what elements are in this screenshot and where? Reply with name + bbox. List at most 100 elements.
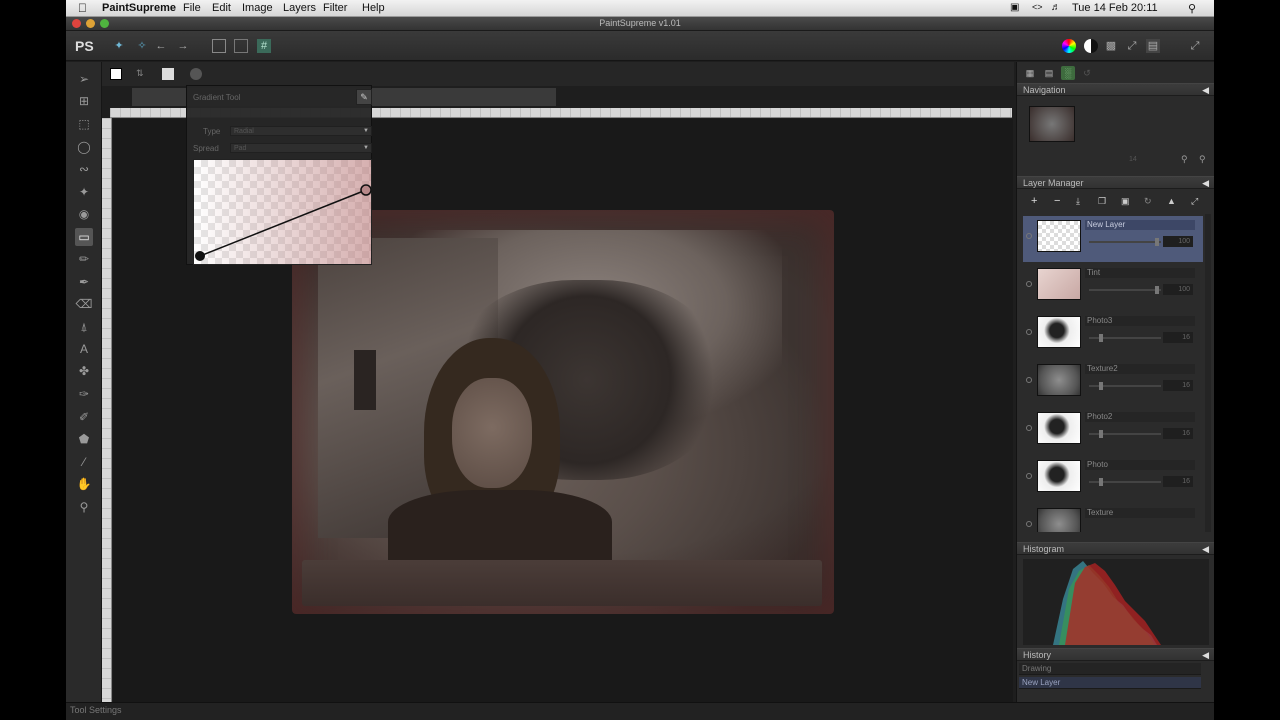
panel-tab-layers-icon[interactable]: ▤ <box>1042 66 1056 80</box>
rotate-layer-icon[interactable]: ↻ <box>1144 196 1152 207</box>
redo-icon[interactable]: → <box>176 39 190 53</box>
eye-icon[interactable] <box>1026 377 1032 383</box>
brush-tool-icon[interactable]: ✒ <box>75 273 93 291</box>
zoom-out-icon[interactable]: ⚲ <box>1199 154 1206 165</box>
layer-row[interactable]: Texture2 16 <box>1023 360 1203 406</box>
layer-opacity-value[interactable]: 16 <box>1163 476 1193 487</box>
panel-tab-histogram-icon[interactable]: ░ <box>1061 66 1075 80</box>
layer-opacity-value[interactable]: 16 <box>1163 332 1193 343</box>
layer-opacity-value[interactable]: 100 <box>1163 284 1193 295</box>
layer-opacity-value[interactable]: 100 <box>1163 236 1193 247</box>
menu-file[interactable]: File <box>183 2 201 14</box>
layer-name[interactable]: Photo3 <box>1085 316 1195 326</box>
app-menu-name[interactable]: PaintSupreme <box>102 2 176 14</box>
pencil-tool-icon[interactable]: ✏ <box>75 250 93 268</box>
layer-row[interactable]: Photo2 16 <box>1023 408 1203 454</box>
slider-knob[interactable] <box>1155 286 1159 294</box>
layer-opacity-value[interactable]: 16 <box>1163 380 1193 391</box>
move-tool-icon[interactable]: ➢ <box>75 70 93 88</box>
duplicate-layer-icon[interactable]: ❐ <box>1098 196 1106 207</box>
tool-settings-label[interactable]: Tool Settings <box>70 705 122 715</box>
spotlight-search-icon[interactable]: ⚲ <box>1188 2 1196 15</box>
layer-opacity-slider[interactable] <box>1089 286 1161 294</box>
ruler-icon[interactable] <box>234 39 248 53</box>
merge-down-icon[interactable]: ⤓ <box>1076 196 1080 207</box>
slider-knob[interactable] <box>1099 334 1103 342</box>
shape-pen-tool-icon[interactable]: ✐ <box>75 408 93 426</box>
eye-icon[interactable] <box>1026 281 1032 287</box>
layer-name[interactable]: Tint <box>1085 268 1195 278</box>
display-icon[interactable]: ▣ <box>1010 2 1019 13</box>
layer-name[interactable]: New Layer <box>1085 220 1195 230</box>
fit-screen-icon[interactable] <box>212 39 226 53</box>
text-tool-icon[interactable]: A <box>75 340 93 358</box>
eyedropper-tool-icon[interactable]: ⁄ <box>75 453 93 471</box>
menu-help[interactable]: Help <box>362 2 385 14</box>
layer-row[interactable]: Texture <box>1023 504 1203 532</box>
zoom-in-icon[interactable]: ⚲ <box>1181 154 1188 165</box>
collapse-navigation-icon[interactable]: ◀ <box>1202 84 1209 96</box>
color-wheel-icon[interactable] <box>1062 39 1076 53</box>
menu-edit[interactable]: Edit <box>212 2 231 14</box>
navigation-thumbnail[interactable] <box>1029 106 1075 142</box>
new-document-icon[interactable]: ✦ <box>112 39 126 53</box>
lock-layer-icon[interactable]: ▣ <box>1121 196 1130 207</box>
gradient-preview[interactable] <box>193 159 372 265</box>
eye-icon[interactable] <box>1026 329 1032 335</box>
panel-tab-navigator-icon[interactable]: ▦ <box>1023 66 1037 80</box>
fill-tool-icon[interactable]: ◉ <box>75 205 93 223</box>
open-document-icon[interactable]: ✧ <box>135 39 149 53</box>
gradient-tool-icon[interactable]: ▭ <box>75 228 93 246</box>
eye-icon[interactable] <box>1026 425 1032 431</box>
collapse-history-icon[interactable]: ◀ <box>1202 649 1209 661</box>
gradient-start-handle[interactable] <box>195 251 205 261</box>
slider-knob[interactable] <box>1099 478 1103 486</box>
layer-name[interactable]: Photo <box>1085 460 1195 470</box>
gradient-end-handle[interactable] <box>360 184 372 196</box>
slider-knob[interactable] <box>1099 382 1103 390</box>
lasso-tool-icon[interactable]: ∾ <box>75 160 93 178</box>
layer-opacity-slider[interactable] <box>1089 382 1161 390</box>
type-select[interactable]: Radial ▼ <box>230 126 372 136</box>
panel-tab-history-icon[interactable]: ↺ <box>1080 66 1094 80</box>
smudge-tool-icon[interactable]: ✤ <box>75 362 93 380</box>
grid-icon[interactable]: # <box>257 39 271 53</box>
eye-icon[interactable] <box>1026 233 1032 239</box>
layer-list-scrollbar[interactable] <box>1205 214 1211 532</box>
undo-icon[interactable]: ← <box>154 39 168 53</box>
layer-name[interactable]: Texture2 <box>1085 364 1195 374</box>
menu-image[interactable]: Image <box>242 2 273 14</box>
navigation-zoom-value[interactable]: 14 <box>1129 156 1137 163</box>
add-layer-icon[interactable]: + <box>1031 195 1037 207</box>
collapse-histogram-icon[interactable]: ◀ <box>1202 543 1209 555</box>
apple-icon[interactable]:  <box>78 1 87 15</box>
layer-properties-icon[interactable]: ▲ <box>1167 196 1176 206</box>
ellipse-select-tool-icon[interactable]: ◯ <box>75 138 93 156</box>
code-icon[interactable]: <> <box>1032 2 1043 12</box>
edit-gradient-icon[interactable]: ✎ <box>356 89 372 105</box>
expand-layer-icon[interactable]: ⤢ <box>1191 196 1198 207</box>
zoom-tool-icon[interactable]: ⚲ <box>75 498 93 516</box>
document-canvas[interactable] <box>292 210 834 614</box>
layers-stack-icon[interactable]: ▤ <box>1146 39 1160 53</box>
layer-row[interactable]: Photo3 16 <box>1023 312 1203 358</box>
eraser-tool-icon[interactable]: ⌫ <box>75 295 93 313</box>
layer-name[interactable]: Photo2 <box>1085 412 1195 422</box>
slider-knob[interactable] <box>1155 238 1159 246</box>
layer-opacity-slider[interactable] <box>1089 334 1161 342</box>
slider-knob[interactable] <box>1099 430 1103 438</box>
menu-layers[interactable]: Layers <box>283 2 316 14</box>
contrast-icon[interactable] <box>1084 39 1098 53</box>
history-item[interactable]: New Layer <box>1019 677 1201 689</box>
layer-opacity-slider[interactable] <box>1089 478 1161 486</box>
menu-filter[interactable]: Filter <box>323 2 347 14</box>
layer-row[interactable]: New Layer 100 <box>1023 216 1203 262</box>
gradient-options-icon[interactable] <box>190 68 202 80</box>
hand-tool-icon[interactable]: ✋ <box>75 475 93 493</box>
image-adjust-icon[interactable]: ▩ <box>1104 39 1118 53</box>
swap-colors-icon[interactable]: ⇅ <box>136 68 148 80</box>
menubar-clock[interactable]: Tue 14 Feb 20:11 <box>1072 2 1158 14</box>
eye-icon[interactable] <box>1026 473 1032 479</box>
layer-name[interactable]: Texture <box>1085 508 1195 518</box>
layer-opacity-slider[interactable] <box>1089 238 1161 246</box>
